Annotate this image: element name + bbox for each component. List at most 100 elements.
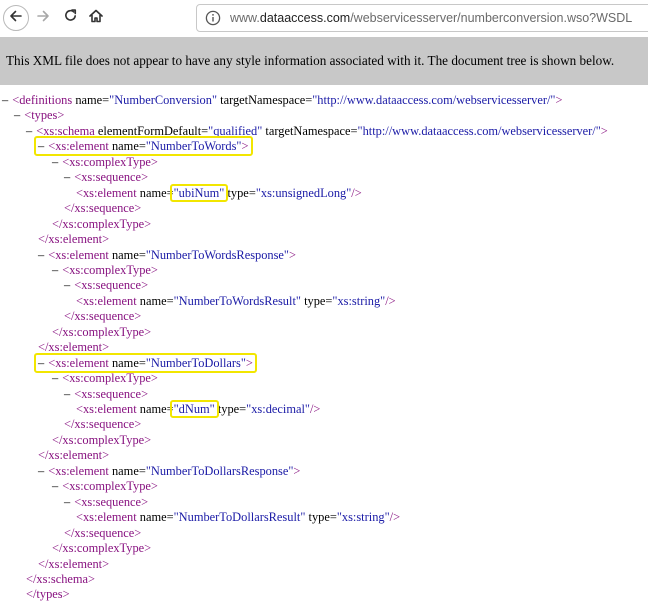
xml-attr-name: name <box>111 247 139 262</box>
xml-line: </xs:complexType> <box>52 432 151 448</box>
xml-line: <xs:element name="dNum" type="xs:decimal… <box>76 401 320 417</box>
xml-line: </xs:sequence> <box>64 200 141 216</box>
collapse-toggle[interactable]: – <box>52 155 58 169</box>
back-button[interactable] <box>3 5 29 31</box>
xml-tag: <xs:element <box>76 402 137 416</box>
xml-attr-value: "NumberToDollarsResult" <box>173 510 306 525</box>
xml-tag-close: > <box>141 278 149 293</box>
xml-line: – <xs:complexType> <box>52 370 158 386</box>
xml-tag: </xs:element <box>38 232 103 247</box>
xml-line: – <xs:element name="NumberToDollarsRespon… <box>38 463 300 479</box>
xml-attr-name: name <box>75 93 103 107</box>
collapse-toggle[interactable]: – <box>38 356 44 370</box>
xml-tag-close: > <box>102 340 110 355</box>
xml-tag-close: > <box>134 417 142 432</box>
xml-line: <xs:element name="ubiNum" type="xs:unsig… <box>76 185 362 201</box>
xml-line: – <xs:complexType> <box>52 478 158 494</box>
collapse-toggle[interactable]: – <box>64 387 70 401</box>
collapse-toggle[interactable]: – <box>2 93 8 107</box>
xml-tag-close: > <box>144 541 152 556</box>
url-domain: dataaccess.com <box>259 11 351 25</box>
xml-tag: <xs:sequence <box>74 278 142 293</box>
xml-tag: </xs:complexType <box>52 216 145 231</box>
xml-attr-name: targetNamespace <box>265 123 351 138</box>
collapse-toggle[interactable]: – <box>64 170 70 184</box>
xml-attr-name: name <box>111 355 139 370</box>
xml-attr-value: "xs:unsignedLong" <box>255 185 352 200</box>
xml-attr-value: "qualified" <box>208 123 263 138</box>
xml-line: </xs:element> <box>38 231 109 247</box>
home-button[interactable] <box>83 5 109 31</box>
xml-tag: <xs:element <box>48 139 109 154</box>
xml-tag-close: > <box>88 571 96 586</box>
xml-info-banner: This XML file does not appear to have an… <box>0 37 648 85</box>
xml-tag-close: > <box>241 139 249 154</box>
xml-tag: </xs:sequence <box>64 417 135 432</box>
xml-tag: </xs:complexType <box>52 324 145 339</box>
xml-line: – <definitions name="NumberConversion" ta… <box>2 92 563 108</box>
xml-tag-close: > <box>141 386 149 401</box>
xml-line: </xs:complexType> <box>52 324 151 340</box>
xml-attr-value: "http://www.dataaccess.com/webservicesse… <box>357 123 601 138</box>
xml-tag: <xs:complexType <box>62 479 151 494</box>
xml-attr-value: "NumberToDollars" <box>145 355 246 370</box>
info-icon[interactable] <box>204 9 222 27</box>
xml-tag: </xs:sequence <box>64 201 135 216</box>
collapse-toggle[interactable]: – <box>52 479 58 493</box>
collapse-toggle[interactable]: – <box>38 139 44 153</box>
xml-line: – <xs:complexType> <box>52 154 158 170</box>
xml-attr-value: "http://www.dataaccess.com/webservicesse… <box>312 93 556 107</box>
xml-tag: <xs:element <box>48 463 109 478</box>
arrow-right-icon <box>36 9 50 28</box>
xml-equals: = <box>166 402 174 416</box>
collapse-toggle[interactable]: – <box>38 248 44 262</box>
xml-tag: </xs:element <box>38 340 103 355</box>
xml-attr-name: name <box>139 293 167 308</box>
xml-attr-value: "xs:string" <box>336 510 390 525</box>
reload-button[interactable] <box>57 5 83 31</box>
xml-attr-name: type <box>227 185 249 200</box>
xml-tag-close: > <box>150 262 158 277</box>
xml-attr-value: "NumberToWords" <box>145 139 242 154</box>
xml-attr-name: name <box>111 463 139 478</box>
xml-line: – <xs:sequence> <box>64 169 148 185</box>
url-text: www.dataaccess.com/webservicesserver/num… <box>230 11 632 25</box>
xml-tag-close: > <box>134 525 142 540</box>
xml-attr-name: type <box>304 293 326 308</box>
xml-equals: = <box>138 463 146 478</box>
address-bar[interactable]: www.dataaccess.com/webservicesserver/num… <box>196 4 648 32</box>
xml-tag: </xs:schema <box>26 571 89 586</box>
collapse-toggle[interactable]: – <box>64 495 70 509</box>
reload-icon <box>63 8 78 28</box>
xml-line: – <types> <box>14 107 64 123</box>
collapse-toggle[interactable]: – <box>64 278 70 292</box>
forward-button[interactable] <box>30 5 56 31</box>
xml-tag: </xs:complexType <box>52 432 145 447</box>
xml-tag-close: > <box>62 587 70 602</box>
xml-tag: </xs:sequence <box>64 525 135 540</box>
xml-tag-close: > <box>288 247 296 262</box>
collapse-toggle[interactable]: – <box>26 124 32 138</box>
collapse-toggle[interactable]: – <box>52 263 58 277</box>
xml-equals: = <box>138 139 146 154</box>
xml-tag: </xs:element <box>38 448 103 463</box>
home-icon <box>88 8 104 29</box>
xml-tag-close: > <box>102 232 110 247</box>
collapse-toggle[interactable]: – <box>52 371 58 385</box>
xml-attr-value: "dNum" <box>173 402 215 416</box>
xml-tag: <xs:element <box>48 355 109 370</box>
xml-attr-value: "NumberToWordsResult" <box>173 293 301 308</box>
xml-tag-close: > <box>102 448 110 463</box>
xml-tag: </types <box>26 587 63 602</box>
xml-line: <xs:element name="NumberToDollarsResult"… <box>76 509 400 525</box>
xml-tag-close: > <box>134 309 142 324</box>
xml-line: – <xs:sequence> <box>64 494 148 510</box>
xml-line: – <xs:complexType> <box>52 262 158 278</box>
collapse-toggle[interactable]: – <box>38 464 44 478</box>
xml-tag-close: > <box>141 494 149 509</box>
xml-attr-name: elementFormDefault <box>97 123 202 138</box>
xml-equals: = <box>350 123 358 138</box>
collapse-toggle[interactable]: – <box>14 108 20 122</box>
xml-tag: </xs:element <box>38 556 103 571</box>
xml-tag: <xs:sequence <box>74 494 142 509</box>
